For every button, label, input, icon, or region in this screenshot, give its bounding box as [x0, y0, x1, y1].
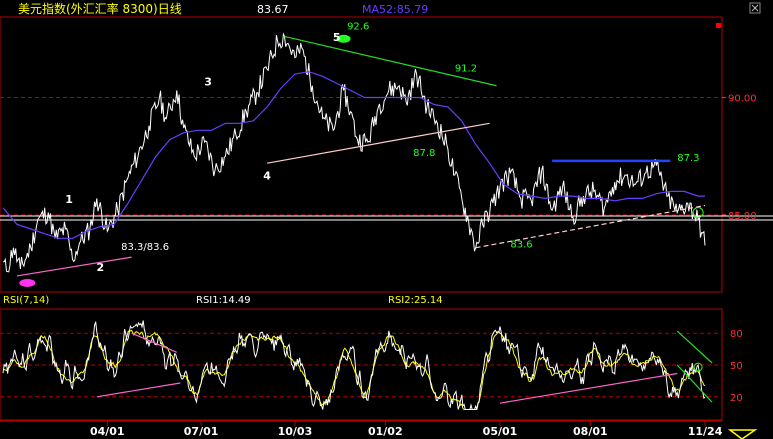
x-tick-label: 10/03	[278, 425, 313, 438]
price-annotation: 4	[263, 170, 271, 183]
x-tick-label: 08/01	[573, 425, 608, 438]
price-annotation: 1	[65, 193, 73, 206]
x-tick-label: 07/01	[184, 425, 219, 438]
scroll-right-arrow[interactable]	[727, 429, 758, 439]
rsi-tick-label: 50	[730, 361, 743, 372]
x-tick-label: 05/01	[483, 425, 518, 438]
price-panel: 85.00 90.00 1 2 3 4 5 92.6 91.2 87.8 87.3 83.6 83.3…	[0, 16, 773, 293]
rsi-trendline	[96, 382, 181, 398]
price-annotation: 91.2	[455, 64, 477, 75]
trendline-support_pale	[267, 122, 490, 164]
rsi-tick-label: 80	[730, 329, 743, 340]
rsi2-value: RSI2:25.14	[388, 295, 443, 306]
last-value: 83.67	[257, 3, 289, 16]
price-annotation: 87.3	[677, 153, 699, 164]
x-tick-label: 11/24	[688, 425, 723, 438]
ma-label: MA52:85.79	[362, 3, 428, 16]
price-annotation: 5	[333, 31, 341, 44]
rsi-trendline	[499, 372, 678, 404]
price-annotation: 92.6	[347, 21, 369, 32]
trendline-trend_up	[16, 256, 132, 277]
price-annotation: 3	[204, 76, 212, 89]
price-annotation: 2	[96, 261, 104, 274]
rsi-trendline	[131, 332, 178, 353]
price-series-line	[3, 32, 706, 273]
rsi-label: RSI(7,14)	[3, 295, 49, 306]
low-marker-dot	[19, 278, 36, 287]
scroll-marker[interactable]	[716, 23, 721, 28]
rsi-panel: 20 50 80	[0, 308, 743, 421]
rsi1-value: RSI1:14.49	[196, 295, 251, 306]
chart-title: 美元指数(外汇汇率 8300)日线	[18, 1, 182, 16]
price-panel-frame	[0, 16, 723, 293]
price-tick-label: 90.00	[728, 93, 757, 104]
rsi-trendline	[676, 330, 713, 364]
price-annotation: 83.6	[510, 240, 532, 251]
price-tick-label: 85.00	[728, 211, 757, 222]
ma52-series-line	[2, 71, 705, 239]
x-tick-label: 01/02	[368, 425, 403, 438]
rsi-tick-label: 20	[730, 393, 743, 404]
trendline-trend_down	[284, 35, 497, 87]
dollar-index-chart: 美元指数(外汇汇率 8300)日线 83.67 MA52:85.79 85.00…	[0, 1, 773, 439]
price-annotation: 87.8	[413, 148, 435, 159]
x-tick-label: 04/01	[90, 425, 125, 438]
price-annotation: 83.3/83.6	[121, 242, 169, 253]
